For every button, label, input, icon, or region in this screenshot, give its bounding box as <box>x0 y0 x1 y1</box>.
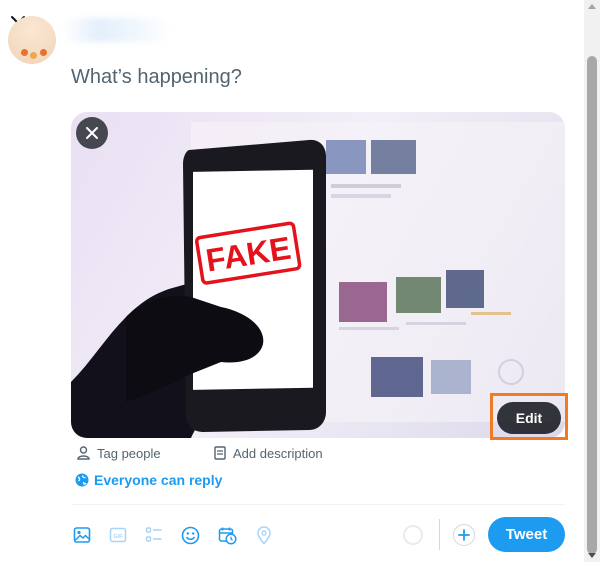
gif-label: GIF <box>113 534 123 540</box>
character-count-ring <box>403 525 423 545</box>
edit-media-button[interactable]: Edit <box>497 402 561 434</box>
remove-media-button[interactable] <box>76 117 108 149</box>
scroll-down-arrow-icon[interactable] <box>588 553 596 558</box>
tweet-button[interactable]: Tweet <box>488 517 565 552</box>
emoji-icon[interactable] <box>179 524 201 546</box>
location-icon[interactable] <box>253 524 275 546</box>
scroll-up-arrow-icon[interactable] <box>588 4 596 9</box>
poll-icon[interactable] <box>143 524 165 546</box>
person-icon <box>77 446 90 460</box>
add-tweet-button[interactable] <box>453 524 475 546</box>
gif-icon[interactable]: GIF <box>107 524 129 546</box>
vertical-scrollbar[interactable] <box>584 0 600 562</box>
globe-icon <box>75 473 89 487</box>
add-description-button[interactable]: Add description <box>214 444 323 462</box>
plus-icon <box>458 529 470 541</box>
toolbar-divider <box>71 504 565 505</box>
toolbar-separator <box>439 519 440 550</box>
add-description-label: Add description <box>233 445 323 461</box>
close-icon <box>86 127 98 139</box>
image-icon[interactable] <box>71 524 93 546</box>
reply-setting-button[interactable]: Everyone can reply <box>75 471 222 489</box>
tag-people-label: Tag people <box>97 445 161 461</box>
avatar[interactable] <box>8 16 56 64</box>
fake-news-photo: FAKE <box>71 122 565 438</box>
schedule-icon[interactable] <box>216 524 238 546</box>
reply-setting-label: Everyone can reply <box>94 472 223 488</box>
scrollbar-thumb[interactable] <box>587 56 597 554</box>
compose-modal: What’s happening? FAKE Edit Tag people A… <box>0 0 584 562</box>
attached-image: FAKE <box>71 112 565 438</box>
account-name-blurred <box>62 18 172 42</box>
tag-people-button[interactable]: Tag people <box>77 444 161 462</box>
compose-text-input[interactable]: What’s happening? <box>71 66 242 89</box>
description-icon <box>214 446 226 460</box>
